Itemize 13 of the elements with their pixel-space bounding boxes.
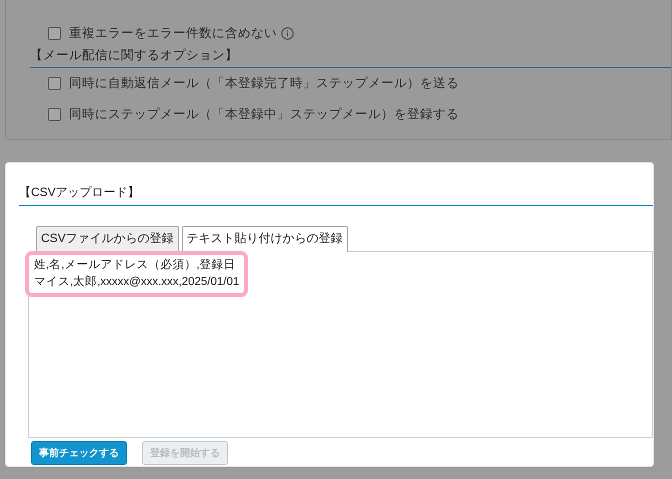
checkbox[interactable] [48,77,61,90]
csv-text-area[interactable]: 姓,名,メールアドレス（必須）,登録日 マイス,太郎,xxxxx@xxx.xxx,2025/01/01 [28,252,653,438]
tab[interactable]: CSVファイルからの登録 [36,226,179,252]
highlighted-text: 姓,名,メールアドレス（必須）,登録日 マイス,太郎,xxxxx@xxx.xxx,2025/01/01 [25,251,248,297]
option-label: 重複エラーをエラー件数に含めない [69,25,277,42]
checkbox[interactable] [48,27,61,40]
tab[interactable]: テキスト貼り付けからの登録 [182,226,348,252]
option-label: 同時にステップメール（「本登録中」ステップメール）を登録する [69,106,459,123]
modal-title: 【CSVアップロード】 [19,184,653,206]
info-icon[interactable] [281,27,294,40]
checkbox[interactable] [48,108,61,121]
section-title: 【メール配信に関するオプション】 [30,47,671,68]
option-label: 同時に自動返信メール（「本登録完了時」ステップメール）を送る [69,75,459,92]
